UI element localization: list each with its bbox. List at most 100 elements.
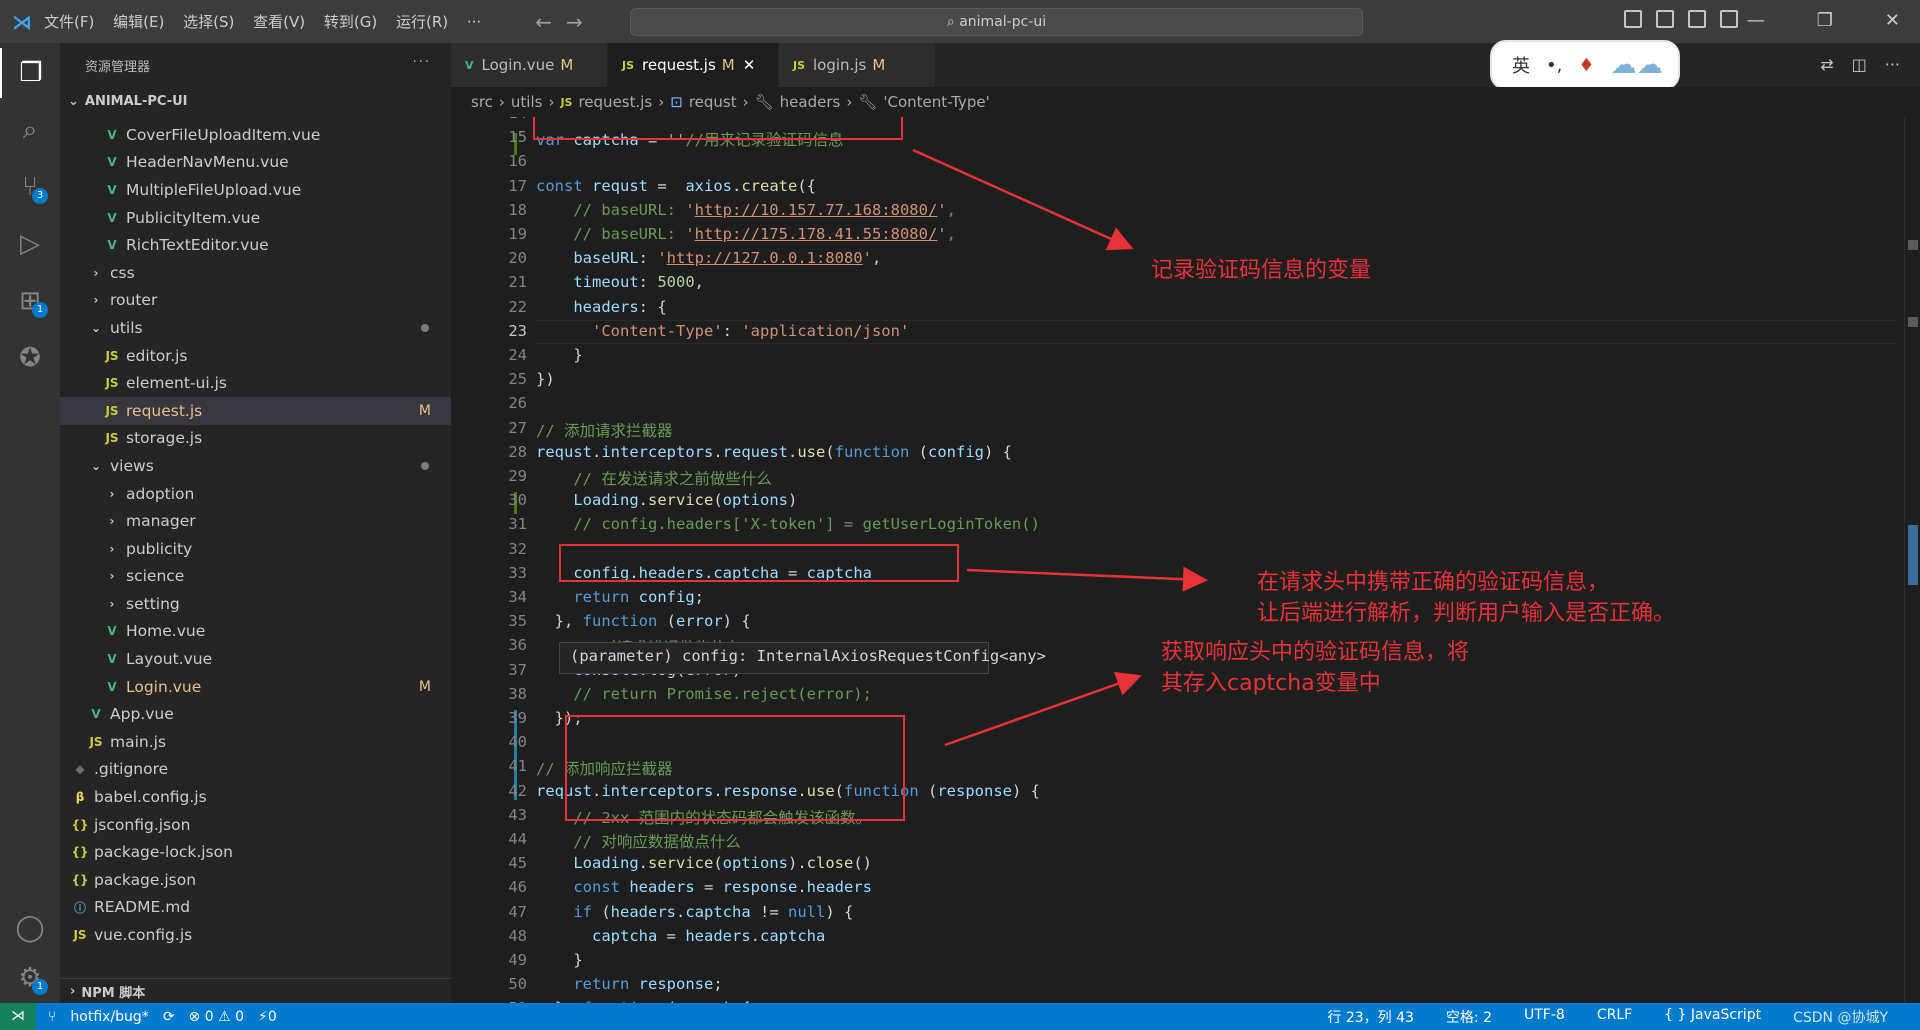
file-tree-item[interactable]: β babel.config.js	[60, 783, 451, 811]
file-tree-item-label: utils	[110, 318, 143, 337]
menu-more[interactable]: ···	[467, 13, 481, 31]
file-tree-item[interactable]: V HeaderNavMenu.vue	[60, 149, 451, 177]
breadcrumb-content-type[interactable]: 'Content-Type'	[883, 93, 989, 111]
tab-request-js[interactable]: JS request.js M ✕	[608, 43, 778, 87]
more-actions-icon[interactable]: ···	[1885, 55, 1900, 74]
project-root[interactable]: ⌄ ANIMAL-PC-UI	[60, 87, 451, 115]
ime-language[interactable]: 英	[1512, 52, 1530, 78]
open-changes-icon[interactable]: ⇄	[1820, 55, 1833, 74]
menu-edit[interactable]: 编辑(E)	[113, 13, 164, 31]
menu-file[interactable]: 文件(F)	[44, 13, 94, 31]
file-tree-item-label: element-ui.js	[126, 374, 227, 393]
file-tree-item[interactable]: › css	[60, 259, 451, 287]
file-tree-item-label: .gitignore	[94, 760, 169, 779]
file-tree-item[interactable]: V PublicityItem.vue	[60, 204, 451, 232]
file-tree-item[interactable]: JS storage.js	[60, 425, 451, 453]
explorer-icon[interactable]: ❐	[0, 48, 60, 98]
breadcrumb-file[interactable]: request.js	[578, 93, 652, 111]
minimize-icon[interactable]: —	[1747, 10, 1765, 31]
npm-scripts-section[interactable]: › NPM 脚本	[60, 978, 451, 1003]
file-tree-item[interactable]: {} package.json	[60, 866, 451, 894]
file-tree-item[interactable]: ⌄ utils	[60, 314, 451, 342]
file-tree-item[interactable]: JS request.js M	[60, 396, 451, 425]
extensions-icon[interactable]: ⊞ 1	[0, 276, 60, 326]
ime-punctuation[interactable]: •,	[1546, 55, 1562, 76]
run-debug-icon[interactable]: ▷	[0, 219, 60, 269]
menu-run[interactable]: 运行(R)	[396, 13, 448, 31]
split-editor-icon[interactable]: ◫	[1852, 55, 1867, 74]
toggle-sidebar-icon[interactable]	[1624, 10, 1642, 28]
close-window-icon[interactable]: ✕	[1885, 10, 1900, 31]
file-tree-item[interactable]: {} jsconfig.json	[60, 811, 451, 839]
toggle-secondary-sidebar-icon[interactable]	[1688, 10, 1706, 28]
vue-file-icon: V	[107, 238, 117, 253]
code-editor[interactable]: 1415var captcha = ''//用来记录验证码信息1617const…	[451, 117, 1920, 1003]
git-branch[interactable]: hotfix/bug*	[70, 1009, 148, 1025]
scrollbar-thumb[interactable]	[1908, 525, 1918, 585]
menu-selection[interactable]: 选择(S)	[183, 13, 234, 31]
file-tree-item[interactable]: › science	[60, 563, 451, 591]
file-tree-item[interactable]: V App.vue	[60, 700, 451, 728]
source-control-icon[interactable]: ⑂ 3	[0, 162, 60, 212]
language-mode[interactable]: { } JavaScript	[1664, 1007, 1761, 1027]
file-tree-item[interactable]: V RichTextEditor.vue	[60, 231, 451, 259]
file-tree-item[interactable]: V Layout.vue	[60, 645, 451, 673]
menu-go[interactable]: 转到(G)	[324, 13, 377, 31]
remote-explorer-icon[interactable]: ✪	[0, 333, 60, 383]
scrollbar-marker	[1908, 240, 1918, 250]
settings-gear-icon[interactable]: ⚙ 1	[0, 953, 60, 1003]
file-tree-item[interactable]: JS editor.js	[60, 342, 451, 370]
ime-skin-icon[interactable]: ♦	[1578, 55, 1594, 76]
file-tree-item[interactable]: V MultipleFileUpload.vue	[60, 176, 451, 204]
file-tree-item[interactable]: V CoverFileUploadItem.vue	[60, 121, 451, 149]
command-center-search[interactable]: ⌕ animal-pc-ui	[630, 8, 1363, 36]
file-tree-item-label: router	[110, 291, 158, 310]
ime-toolbar[interactable]: 英 •, ♦ ☁☁	[1490, 40, 1680, 90]
file-tree-item[interactable]: › publicity	[60, 535, 451, 563]
breadcrumb-requst[interactable]: requst	[689, 93, 737, 111]
editor-scrollbar[interactable]	[1904, 117, 1920, 1003]
file-tree-item[interactable]: › manager	[60, 507, 451, 535]
breadcrumb-headers[interactable]: headers	[780, 93, 841, 111]
tab-login-vue[interactable]: V Login.vue M	[451, 43, 607, 87]
babel-file-icon: β	[75, 790, 85, 805]
cursor-position[interactable]: 行 23，列 43	[1327, 1007, 1414, 1027]
search-view-icon[interactable]: ⌕	[0, 105, 60, 155]
encoding[interactable]: UTF-8	[1524, 1007, 1565, 1027]
breadcrumb-utils[interactable]: utils	[511, 93, 543, 111]
sync-icon[interactable]: ⟳	[163, 1009, 175, 1025]
file-tree-item[interactable]: ⓘ README.md	[60, 894, 451, 922]
file-tree-item[interactable]: V Home.vue	[60, 618, 451, 646]
file-tree-item[interactable]: JS vue.config.js	[60, 921, 451, 949]
file-tree-item[interactable]: › setting	[60, 590, 451, 618]
remote-indicator-icon[interactable]: ⋊	[0, 1003, 36, 1030]
file-tree-item[interactable]: JS main.js	[60, 728, 451, 756]
tab-login-js[interactable]: JS login.js M	[779, 43, 935, 87]
explorer-more-button[interactable]: ···	[413, 55, 431, 70]
ports-indicator[interactable]: ⚡0	[258, 1009, 277, 1025]
menu-view[interactable]: 查看(V)	[253, 13, 305, 31]
folder-chevron-icon: ›	[109, 541, 115, 556]
customize-layout-icon[interactable]	[1720, 10, 1738, 28]
restore-icon[interactable]: ❐	[1817, 10, 1833, 31]
file-tree-item[interactable]: › adoption	[60, 480, 451, 508]
accounts-icon[interactable]: ◯	[0, 903, 60, 953]
breadcrumb-src[interactable]: src	[471, 93, 493, 111]
file-tree-item[interactable]: › router	[60, 287, 451, 315]
variable-icon: ⊡	[670, 93, 683, 111]
file-tree-item[interactable]: JS element-ui.js	[60, 369, 451, 397]
problems-indicator[interactable]: ⊗ 0 ⚠ 0	[189, 1009, 244, 1025]
scm-badge: 3	[32, 188, 48, 204]
forward-arrow-icon[interactable]: →	[566, 10, 597, 34]
back-arrow-icon[interactable]: ←	[535, 10, 566, 34]
file-tree-item[interactable]: {} package-lock.json	[60, 838, 451, 866]
toggle-panel-icon[interactable]	[1656, 10, 1674, 28]
tab-close-icon[interactable]: ✕	[743, 56, 756, 74]
file-tree-item[interactable]: V Login.vue M	[60, 673, 451, 701]
file-tree-item[interactable]: ⌄ views	[60, 452, 451, 480]
indentation[interactable]: 空格: 2	[1446, 1007, 1492, 1027]
file-tree-item[interactable]: ◆ .gitignore	[60, 756, 451, 784]
vue-file-icon: V	[465, 58, 474, 72]
file-tree-item-label: storage.js	[126, 429, 203, 448]
line-ending[interactable]: CRLF	[1597, 1007, 1632, 1027]
